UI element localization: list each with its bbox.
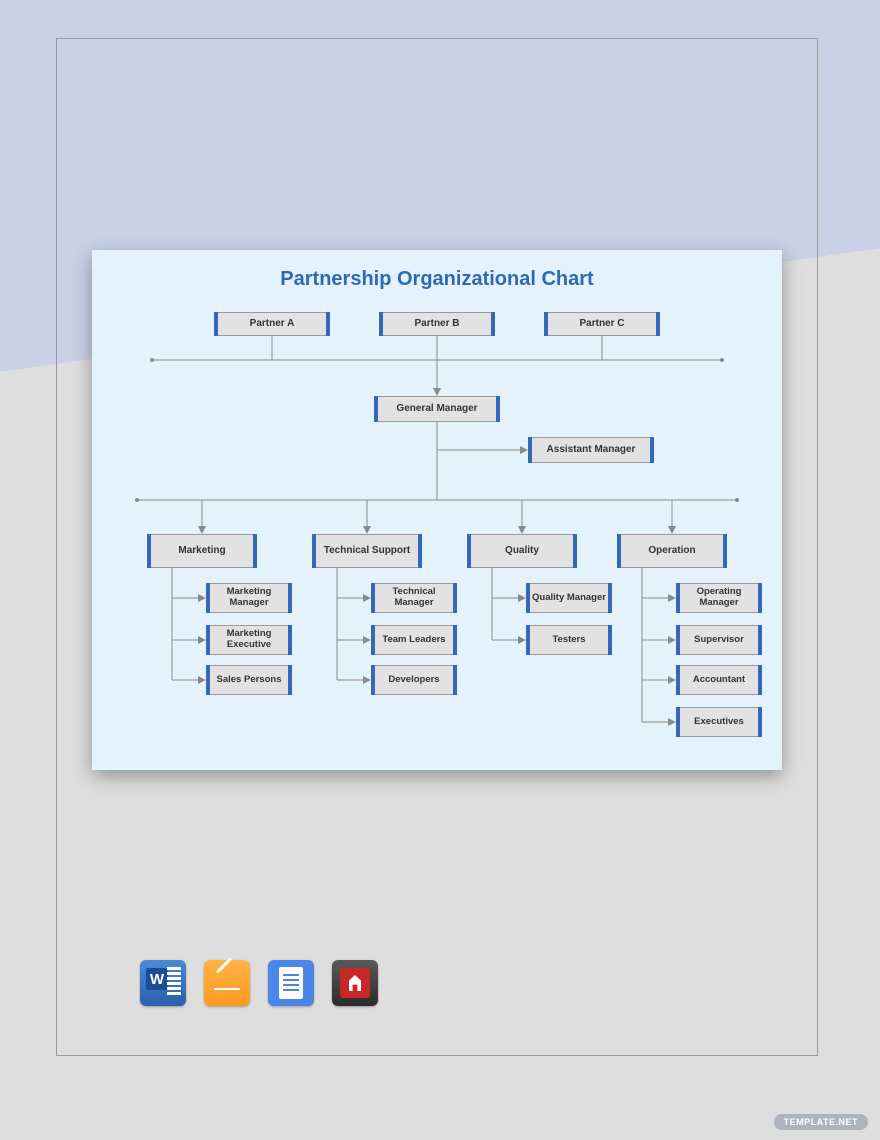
google-docs-icon[interactable] (268, 960, 314, 1006)
node-role-quality-manager: Quality Manager (526, 583, 612, 613)
watermark-badge: TEMPLATE.NET (774, 1114, 868, 1130)
label: Operation (648, 545, 695, 557)
node-role-marketing-manager: Marketing Manager (206, 583, 292, 613)
node-dept-operation: Operation (617, 534, 727, 568)
node-role-executives: Executives (676, 707, 762, 737)
node-general-manager: General Manager (374, 396, 500, 422)
label: Technical Manager (376, 587, 452, 609)
label: Marketing Executive (211, 629, 287, 651)
label: Partner A (250, 318, 295, 330)
node-role-accountant: Accountant (676, 665, 762, 695)
chart-card: Partnership Organizational Chart (92, 250, 782, 770)
node-role-marketing-executive: Marketing Executive (206, 625, 292, 655)
node-partner-b: Partner B (379, 312, 495, 336)
label: Technical Support (324, 545, 411, 557)
node-role-technical-manager: Technical Manager (371, 583, 457, 613)
label: Assistant Manager (547, 444, 636, 456)
node-role-testers: Testers (526, 625, 612, 655)
label: Testers (552, 635, 585, 646)
pdf-icon[interactable] (332, 960, 378, 1006)
node-partner-a: Partner A (214, 312, 330, 336)
label: Marketing (178, 545, 225, 557)
node-partner-c: Partner C (544, 312, 660, 336)
label: Marketing Manager (211, 587, 287, 609)
label: Operating Manager (681, 587, 757, 609)
pages-icon[interactable] (204, 960, 250, 1006)
stage: Partnership Organizational Chart (0, 0, 880, 1140)
label: Partner B (414, 318, 459, 330)
node-dept-technical: Technical Support (312, 534, 422, 568)
label: Executives (694, 717, 744, 728)
word-icon[interactable] (140, 960, 186, 1006)
node-role-supervisor: Supervisor (676, 625, 762, 655)
node-role-developers: Developers (371, 665, 457, 695)
label: Supervisor (694, 635, 744, 646)
node-role-operating-manager: Operating Manager (676, 583, 762, 613)
label: General Manager (396, 403, 477, 415)
label: Team Leaders (382, 635, 445, 646)
node-role-team-leaders: Team Leaders (371, 625, 457, 655)
node-dept-quality: Quality (467, 534, 577, 568)
label: Quality Manager (532, 593, 606, 604)
label: Quality (505, 545, 539, 557)
label: Partner C (579, 318, 624, 330)
format-icons (140, 960, 378, 1006)
label: Developers (388, 675, 439, 686)
label: Sales Persons (217, 675, 282, 686)
node-dept-marketing: Marketing (147, 534, 257, 568)
node-assistant-manager: Assistant Manager (528, 437, 654, 463)
label: Accountant (693, 675, 745, 686)
node-role-sales-persons: Sales Persons (206, 665, 292, 695)
